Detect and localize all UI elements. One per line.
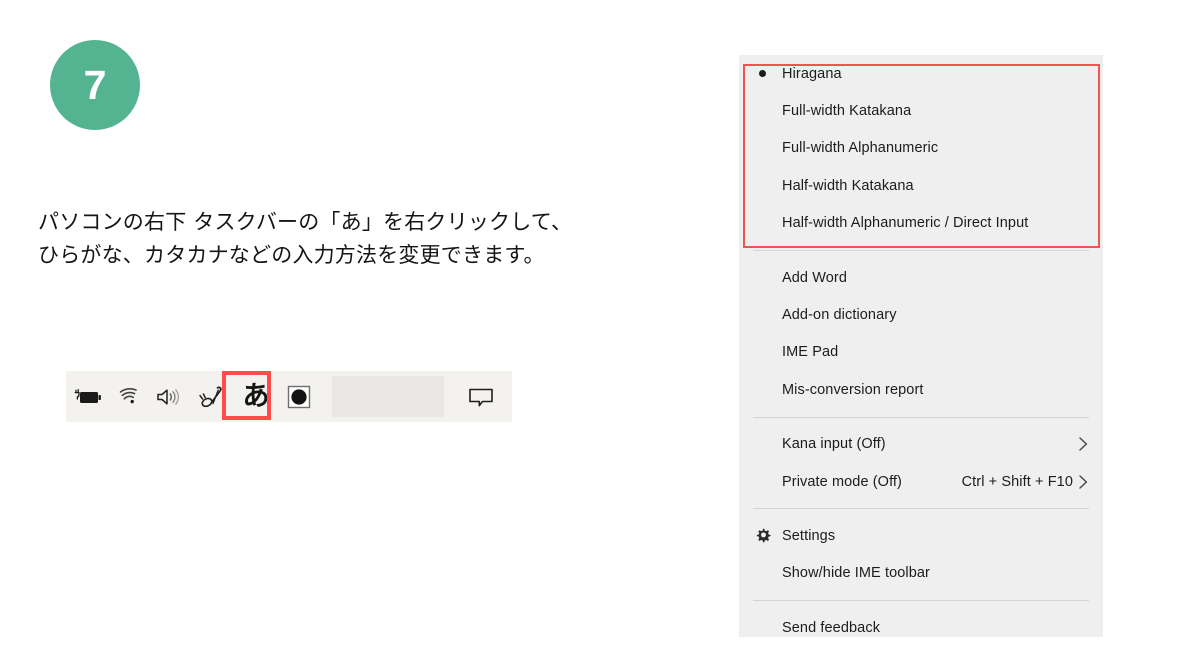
menu-item-show-hide-ime-toolbar[interactable]: Show/hide IME toolbar bbox=[739, 555, 1103, 592]
menu-item-label: Half-width Katakana bbox=[782, 177, 914, 194]
menu-separator bbox=[753, 249, 1089, 251]
ime-toggles-group: Kana input (Off) Private mode (Off) Ctrl… bbox=[739, 426, 1103, 501]
menu-separator bbox=[753, 508, 1089, 510]
chat-notification-icon[interactable] bbox=[450, 371, 512, 422]
ime-pen-icon[interactable] bbox=[190, 371, 234, 422]
menu-item-label: Full-width Katakana bbox=[782, 103, 912, 120]
menu-item-label: Full-width Alphanumeric bbox=[782, 140, 939, 157]
taskbar-system-tray: あ bbox=[66, 371, 512, 422]
menu-item-label: Private mode (Off) bbox=[782, 473, 902, 490]
chevron-right-icon bbox=[1075, 474, 1089, 490]
menu-item-private-mode[interactable]: Private mode (Off) Ctrl + Shift + F10 bbox=[739, 463, 1103, 500]
menu-separator bbox=[753, 416, 1089, 418]
step-number-badge: 7 bbox=[50, 40, 140, 130]
menu-item-shortcut: Ctrl + Shift + F10 bbox=[961, 473, 1073, 490]
menu-item-label: Mis-conversion report bbox=[782, 381, 924, 398]
gear-icon bbox=[753, 527, 782, 544]
volume-icon[interactable] bbox=[148, 371, 190, 422]
taskbar-blank-panel bbox=[332, 376, 444, 417]
menu-item-mis-conversion-report[interactable]: Mis-conversion report bbox=[739, 371, 1103, 408]
menu-item-full-width-katakana[interactable]: Full-width Katakana bbox=[739, 92, 1103, 129]
menu-item-label: Settings bbox=[782, 527, 836, 544]
menu-item-label: Show/hide IME toolbar bbox=[782, 565, 930, 582]
menu-item-full-width-alphanumeric[interactable]: Full-width Alphanumeric bbox=[739, 130, 1103, 167]
menu-item-half-width-alphanumeric-direct-input[interactable]: Half-width Alphanumeric / Direct Input bbox=[739, 205, 1103, 242]
instruction-line-1: パソコンの右下 タスクバーの「あ」を右クリックして、 bbox=[38, 210, 573, 234]
menu-item-settings[interactable]: Settings bbox=[739, 517, 1103, 554]
menu-item-label: Half-width Alphanumeric / Direct Input bbox=[782, 215, 1029, 232]
step-number-text: 7 bbox=[83, 61, 107, 108]
ime-hiragana-label: あ bbox=[242, 381, 270, 412]
menu-item-add-word[interactable]: Add Word bbox=[739, 259, 1103, 296]
instruction-text: パソコンの右下 タスクバーの「あ」を右クリックして、 ひらがな、カタカナなどの入… bbox=[38, 206, 678, 272]
menu-item-add-on-dictionary[interactable]: Add-on dictionary bbox=[739, 296, 1103, 333]
wifi-icon[interactable] bbox=[110, 371, 148, 422]
instruction-line-2: ひらがな、カタカナなどの入力方法を変更できます。 bbox=[38, 243, 545, 267]
menu-item-label: Add Word bbox=[782, 269, 848, 286]
ime-feedback-group: Send feedback bbox=[739, 609, 1103, 646]
input-mode-group: Hiragana Full-width Katakana Full-width … bbox=[739, 55, 1103, 242]
menu-item-hiragana[interactable]: Hiragana bbox=[739, 55, 1103, 92]
menu-item-label: Kana input (Off) bbox=[782, 436, 886, 453]
menu-item-ime-pad[interactable]: IME Pad bbox=[739, 334, 1103, 371]
menu-item-label: Send feedback bbox=[782, 619, 881, 636]
ime-hiragana-icon[interactable]: あ bbox=[234, 371, 278, 422]
selected-radio-icon bbox=[753, 70, 782, 78]
menu-separator bbox=[753, 600, 1089, 602]
ime-context-menu: Hiragana Full-width Katakana Full-width … bbox=[739, 55, 1103, 637]
menu-item-send-feedback[interactable]: Send feedback bbox=[739, 609, 1103, 646]
menu-item-label: Hiragana bbox=[782, 65, 842, 82]
ime-settings-group: Settings Show/hide IME toolbar bbox=[739, 517, 1103, 592]
menu-item-label: Add-on dictionary bbox=[782, 307, 897, 324]
menu-item-kana-input[interactable]: Kana input (Off) bbox=[739, 426, 1103, 463]
menu-item-label: IME Pad bbox=[782, 344, 839, 361]
menu-item-half-width-katakana[interactable]: Half-width Katakana bbox=[739, 167, 1103, 204]
chevron-right-icon bbox=[1075, 436, 1089, 452]
ime-tools-group: Add Word Add-on dictionary IME Pad Mis-c… bbox=[739, 259, 1103, 409]
ime-mode-icon[interactable] bbox=[278, 371, 320, 422]
battery-charging-icon[interactable] bbox=[66, 371, 110, 422]
